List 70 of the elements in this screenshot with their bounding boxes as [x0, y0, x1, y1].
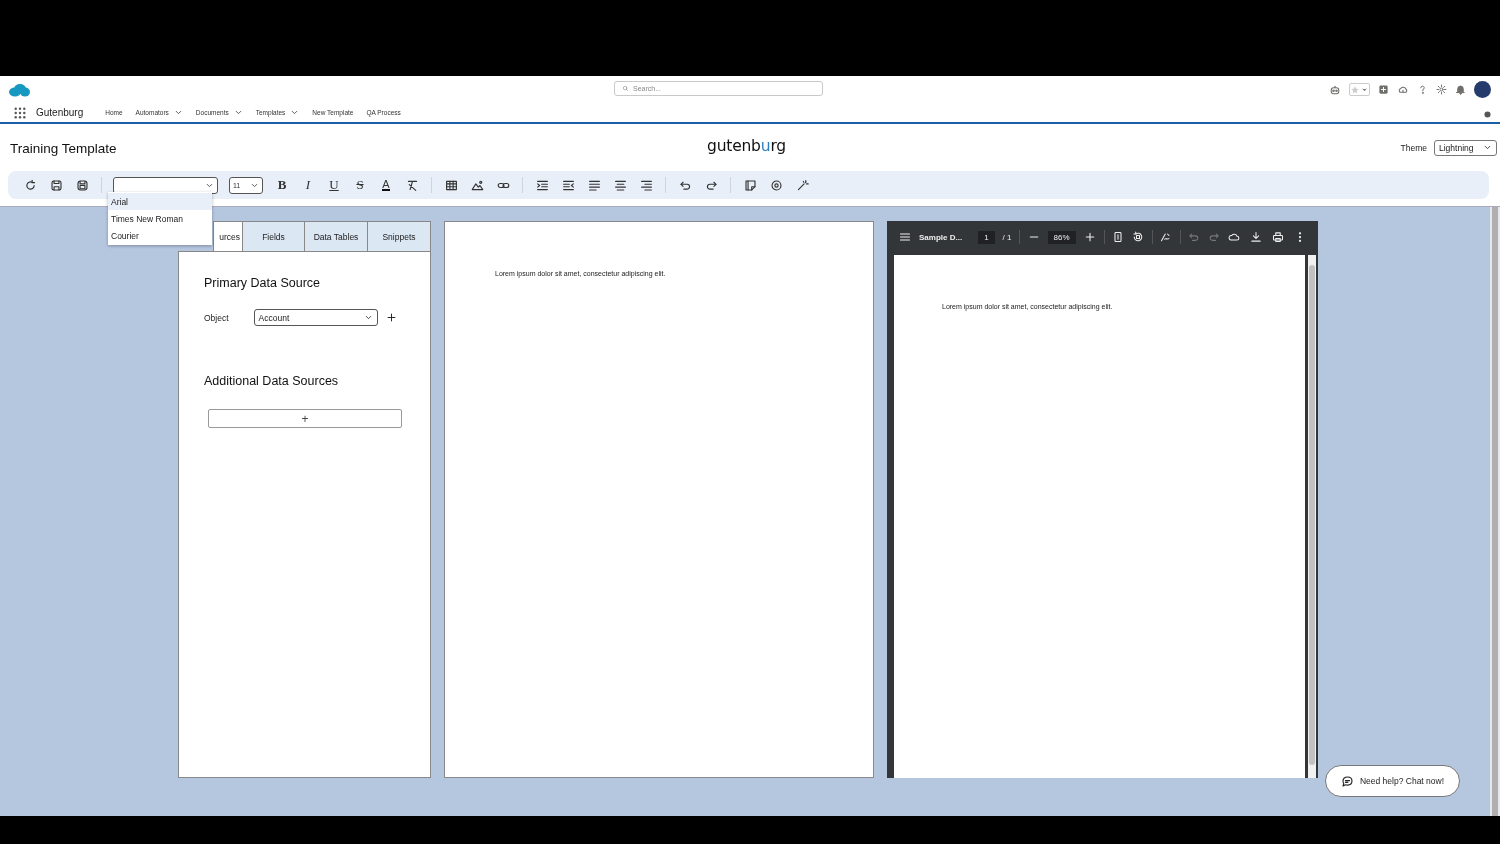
- chevron-down-icon: [363, 313, 373, 322]
- chevron-down-icon: [290, 108, 300, 117]
- tab[interactable]: Data Tables: [304, 221, 368, 251]
- section-heading: Additional Data Sources: [204, 374, 340, 388]
- download-icon[interactable]: [1250, 231, 1262, 243]
- strikethrough-button[interactable]: S: [347, 175, 373, 195]
- scrollbar[interactable]: [1490, 207, 1500, 816]
- page-number-field[interactable]: 1: [978, 230, 995, 244]
- info-icon[interactable]: [1484, 111, 1491, 118]
- refresh-icon: [23, 178, 37, 192]
- align-center-icon: [613, 178, 627, 192]
- outdent-icon: [561, 178, 575, 192]
- tab[interactable]: Snippets: [367, 221, 431, 251]
- cloud-icon[interactable]: [1228, 231, 1240, 243]
- rotate-icon[interactable]: [1131, 231, 1144, 243]
- image-icon: [470, 178, 484, 192]
- indent-icon: [535, 178, 549, 192]
- app-name: Gutenburg: [36, 107, 84, 118]
- star-icon: [1350, 84, 1360, 95]
- align-left-icon: [587, 178, 601, 192]
- object-select[interactable]: Account: [253, 309, 378, 326]
- zoom-field[interactable]: 86%: [1047, 230, 1076, 244]
- avatar-icon[interactable]: [1474, 81, 1491, 98]
- bold-button[interactable]: B: [269, 175, 295, 195]
- redo-icon[interactable]: [1208, 231, 1220, 243]
- draw-icon[interactable]: [1159, 231, 1172, 243]
- file-name: Sample D...: [919, 232, 963, 242]
- cloud-logo-icon: [8, 82, 30, 97]
- chat-button[interactable]: Need help? Chat now!: [1325, 765, 1460, 797]
- page-title: Training Template: [10, 140, 117, 156]
- scrollbar[interactable]: [1308, 255, 1316, 778]
- italic-button[interactable]: I: [295, 175, 321, 195]
- print-icon[interactable]: [1272, 231, 1284, 243]
- save-as-icon: [75, 178, 89, 192]
- add-icon[interactable]: [385, 312, 397, 323]
- tab[interactable]: Fields: [242, 221, 305, 251]
- chevron-down-icon: [1483, 143, 1492, 152]
- theme-label: Theme: [1400, 142, 1427, 153]
- field-label: Object: [204, 312, 229, 323]
- menu-option[interactable]: Times New Roman: [108, 210, 212, 227]
- help-icon[interactable]: [1417, 84, 1428, 95]
- font-color-button[interactable]: A: [373, 175, 399, 195]
- underline-button[interactable]: U: [321, 175, 347, 195]
- zoom-in-icon[interactable]: [1083, 231, 1096, 243]
- bell-icon[interactable]: [1455, 84, 1466, 95]
- theme-select[interactable]: Lightning: [1434, 139, 1497, 156]
- align-right-icon: [639, 178, 653, 192]
- robot-icon[interactable]: [1329, 83, 1341, 96]
- template-icon: [743, 178, 757, 192]
- magic-wand-icon: [795, 178, 809, 192]
- table-icon: [444, 178, 458, 192]
- chevron-down-icon: [173, 108, 183, 117]
- chat-icon: [1340, 774, 1354, 788]
- menu-option[interactable]: Courier: [108, 227, 212, 244]
- chevron-down-icon: [233, 108, 243, 117]
- app-launcher-icon[interactable]: [14, 106, 26, 119]
- menu-icon[interactable]: [899, 231, 911, 243]
- section-heading: Primary Data Source: [204, 276, 321, 290]
- save-icon: [49, 178, 63, 192]
- clear-format-icon: [405, 178, 419, 192]
- add-source-button[interactable]: +: [208, 409, 402, 428]
- plus-square-icon[interactable]: [1378, 84, 1389, 95]
- caret-icon: [1360, 85, 1369, 94]
- brand-logo: gutenburg: [707, 137, 786, 155]
- undo-icon[interactable]: [1188, 231, 1200, 243]
- menu-option[interactable]: Arial: [108, 193, 212, 210]
- search-icon: [622, 85, 629, 92]
- tab[interactable]: urces: [213, 221, 243, 251]
- fit-page-icon[interactable]: [1111, 231, 1124, 243]
- page-count: / 1: [1002, 232, 1012, 242]
